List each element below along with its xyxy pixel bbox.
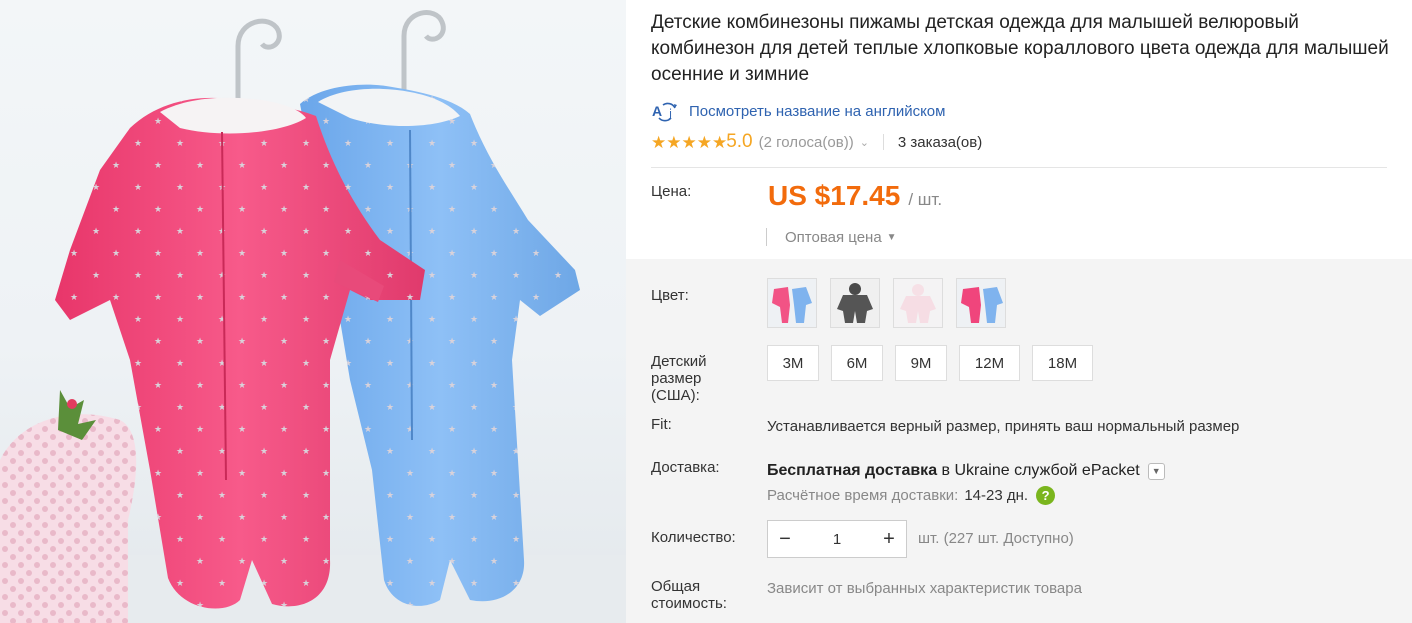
color-swatch-pink-blue-2[interactable] [956,278,1006,328]
divider [882,134,884,150]
shipping-country: Ukraine [954,462,1010,479]
size-label: Детский размер (США): [651,353,707,404]
svg-text:A: A [652,103,662,119]
product-image[interactable]: ★ ★ [0,0,626,623]
quantity-decrease-button[interactable]: − [768,521,802,557]
shipping-service: ePacket [1081,462,1140,479]
chevron-down-icon: ⌄ [859,136,869,149]
size-option-6m[interactable]: 6M [831,345,883,381]
color-swatch-pink-blue[interactable] [767,278,817,328]
divider [766,228,767,246]
shipping-service-prefix: службой [1009,462,1082,479]
caret-down-icon: ▼ [886,231,897,243]
size-option-12m[interactable]: 12M [959,345,1020,381]
size-option-3m[interactable]: 3M [767,345,819,381]
help-icon[interactable]: ? [1036,486,1056,505]
quantity-stepper: − + [767,520,907,558]
shipping-method: Бесплатная доставка в Ukraine службой eP… [767,462,1165,480]
quantity-input[interactable] [802,521,872,557]
color-swatch-gray[interactable] [830,278,880,328]
fit-label: Fit: [651,416,672,433]
color-label: Цвет: [651,287,689,304]
translate-title-label: Посмотреть название на английском [689,102,946,120]
delivery-estimate-label: Расчётное время доставки: [767,487,959,504]
wholesale-price-label: Оптовая цена [785,228,882,246]
quantity-increase-button[interactable]: + [872,521,906,557]
total-text: Зависит от выбранных характеристик товар… [767,580,1082,597]
orders-count: 3 заказа(ов) [897,133,983,151]
price-amount: US $17.45 [768,180,901,211]
quantity-label: Количество: [651,529,736,546]
price-label: Цена: [651,183,692,200]
product-title: Детские комбинезоны пижамы детская одежд… [651,12,1389,85]
size-option-18m[interactable]: 18M [1032,345,1093,381]
chevron-down-icon: ▼ [1151,466,1161,476]
wholesale-price-toggle[interactable]: Оптовая цена ▼ [766,226,897,248]
product-options: Цвет: Детский размер (США): 3M 6M 9M 12M… [626,259,1412,623]
delivery-estimate-days: 14-23 дн. [964,487,1029,504]
price-block: US $17.45 / шт. [768,180,942,212]
rating-score: 5.0 [726,131,753,152]
product-info-panel: Детские комбинезоны пижамы детская одежд… [626,0,1412,623]
free-shipping-text: Бесплатная доставка [767,462,938,479]
rating-row: ★★★★★ 5.0 (2 голоса(ов)) ⌄ 3 заказа(ов) [651,130,982,154]
delivery-estimate: Расчётное время доставки: 14-23 дн. ? [767,486,1056,505]
fit-text: Устанавливается верный размер, принять в… [767,418,1240,435]
translate-icon: A ј [651,100,681,122]
rating-votes-dropdown[interactable]: (2 голоса(ов)) ⌄ [759,134,869,151]
translate-title-link[interactable]: A ј Посмотреть название на английском [651,100,945,122]
price-unit: / шт. [908,190,943,209]
svg-text:ј: ј [668,107,672,120]
shipping-connector: в [937,462,955,479]
size-option-9m[interactable]: 9M [895,345,947,381]
total-label: Общая стоимость: [651,578,727,612]
product-photo: ★ ★ [0,0,626,623]
quantity-available: шт. (227 шт. Доступно) [918,530,1074,547]
rating-stars: ★★★★★ [651,132,728,152]
color-swatches [767,278,1019,328]
delivery-label: Доставка: [651,459,720,476]
size-options: 3M 6M 9M 12M 18M [767,345,1105,381]
color-swatch-light-pink[interactable] [893,278,943,328]
rating-votes-label: (2 голоса(ов)) [758,133,854,151]
shipping-options-dropdown[interactable]: ▼ [1147,462,1165,480]
divider [651,167,1387,168]
